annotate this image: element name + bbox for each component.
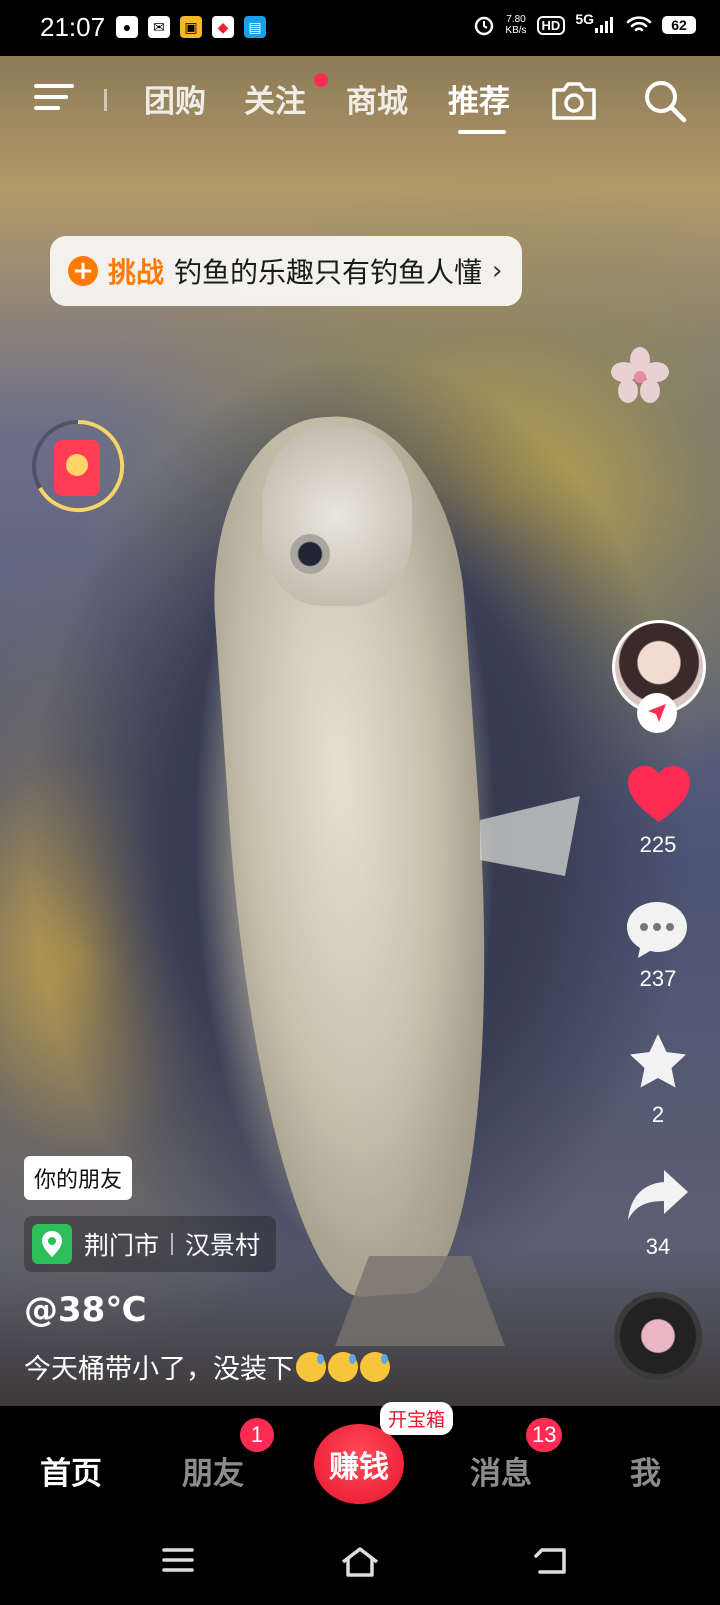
wifi-icon xyxy=(626,16,652,32)
challenge-title: 钓鱼的乐趣只有钓鱼人懂 xyxy=(174,256,483,289)
messages-badge: 13 xyxy=(526,1418,563,1452)
location-tag[interactable]: 荆门市 汉景村 xyxy=(24,1216,277,1272)
notification-icons: ● ✉ ▣ ◆ ▤ xyxy=(116,16,266,38)
alarm-icon xyxy=(475,16,494,36)
friend-tag: 你的朋友 xyxy=(24,1156,133,1200)
fish-fin xyxy=(480,796,580,876)
home-icon[interactable] xyxy=(340,1546,380,1578)
map-icon: ◆ xyxy=(212,16,234,38)
network-indicator: 5G xyxy=(575,11,594,27)
send-icon xyxy=(648,704,666,722)
follow-button[interactable] xyxy=(637,693,677,733)
net-speed-value: 7.80 xyxy=(506,14,526,25)
tab-following[interactable]: 关注 xyxy=(244,76,306,121)
location-village: 汉景村 xyxy=(185,1231,261,1260)
challenge-tag: 挑战 xyxy=(108,256,165,289)
camera-icon[interactable] xyxy=(550,80,598,122)
location-divider xyxy=(171,1233,174,1255)
recent-apps-icon[interactable] xyxy=(162,1546,194,1574)
comment-count: 237 xyxy=(639,966,677,991)
tab-me[interactable]: 我 xyxy=(630,1448,661,1493)
sakura-icon xyxy=(611,347,669,403)
post-caption: 今天桶带小了，没装下 xyxy=(24,1347,390,1386)
status-right: 7.80 KB/s HD 5G 62 xyxy=(473,11,696,36)
tab-recommend[interactable]: 推荐 xyxy=(448,76,510,121)
star-icon[interactable] xyxy=(626,1030,690,1094)
red-packet-widget[interactable] xyxy=(30,418,126,514)
hd-indicator: HD xyxy=(536,15,566,35)
tab-messages[interactable]: 消息 xyxy=(470,1448,532,1493)
music-disc[interactable] xyxy=(614,1292,702,1380)
fish-eye xyxy=(290,534,330,574)
status-bar: 21:07 ● ✉ ▣ ◆ ▤ 7.80 KB/s HD 5G 62 xyxy=(0,0,720,56)
friends-badge: 1 xyxy=(240,1418,274,1452)
share-count: 34 xyxy=(645,1234,671,1259)
share-icon[interactable] xyxy=(626,1168,690,1222)
battery-icon: 62 xyxy=(662,16,696,34)
caption-text: 今天桶带小了，没装下 xyxy=(24,1354,294,1385)
location-pin-icon xyxy=(32,1224,72,1264)
wechat-icon: ● xyxy=(116,16,138,38)
menu-icon[interactable] xyxy=(34,80,76,114)
treasure-box-bubble[interactable]: 开宝箱 xyxy=(380,1402,454,1435)
search-icon[interactable] xyxy=(642,78,688,124)
location-city: 荆门市 xyxy=(84,1231,160,1260)
like-count: 225 xyxy=(639,832,677,857)
earn-button[interactable]: 赚钱 xyxy=(314,1424,404,1504)
net-speed-unit: KB/s xyxy=(505,25,527,36)
red-packet-icon xyxy=(54,440,100,496)
tab-group-buy[interactable]: 团购 xyxy=(144,76,206,121)
app-icon: ▤ xyxy=(244,16,266,38)
nav-divider xyxy=(104,89,107,111)
tab-friends[interactable]: 朋友 xyxy=(182,1448,244,1493)
mail-icon: ✉ xyxy=(148,16,170,38)
app-icon: ▣ xyxy=(180,16,202,38)
status-time: 21:07 xyxy=(40,12,106,42)
sweat-emoji-icon xyxy=(296,1351,326,1382)
comment-icon[interactable] xyxy=(624,898,690,960)
active-tab-indicator xyxy=(458,130,506,134)
following-dot xyxy=(314,73,328,87)
challenge-banner[interactable]: + 挑战 钓鱼的乐趣只有钓鱼人懂 › xyxy=(50,236,523,306)
back-icon[interactable] xyxy=(532,1546,568,1576)
net-speed: 7.80 KB/s xyxy=(505,14,526,36)
sweat-emoji-icon xyxy=(328,1351,358,1382)
favorite-count: 2 xyxy=(651,1102,665,1127)
signal-icon xyxy=(595,17,613,33)
chevron-right-icon: › xyxy=(492,256,503,286)
plus-icon: + xyxy=(68,256,98,286)
fish-head xyxy=(262,426,412,606)
tab-home[interactable]: 首页 xyxy=(40,1448,102,1493)
heart-icon[interactable] xyxy=(626,764,692,826)
tab-mall[interactable]: 商城 xyxy=(346,76,408,121)
author-name[interactable]: @38℃ xyxy=(24,1290,147,1330)
sweat-emoji-icon xyxy=(360,1351,390,1382)
